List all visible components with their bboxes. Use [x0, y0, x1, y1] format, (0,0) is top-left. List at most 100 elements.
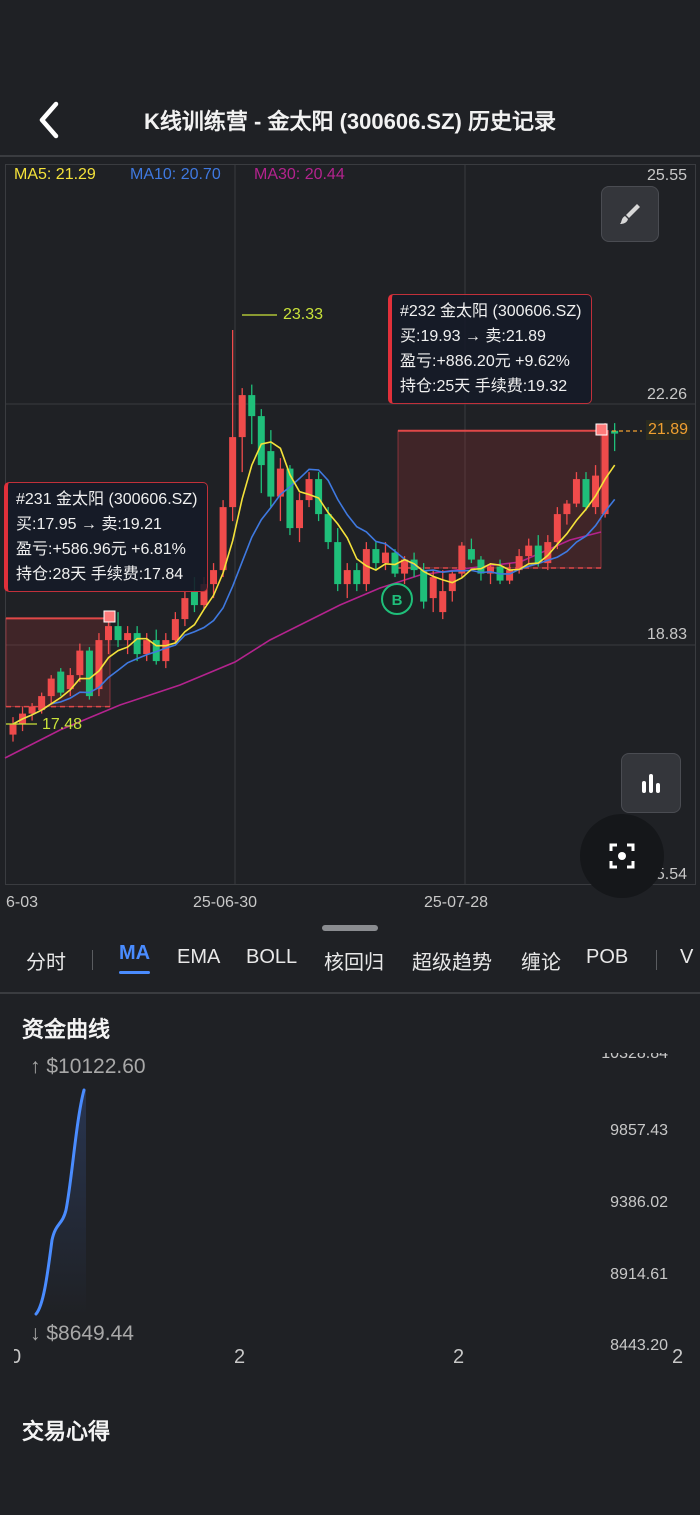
candle-up	[105, 626, 112, 641]
candle-up	[572, 479, 580, 504]
equity-x-tick: 2	[453, 1346, 465, 1368]
candle-down	[267, 451, 275, 497]
equity-y-tick: 8914.61	[610, 1266, 668, 1283]
sheet-drag-handle[interactable]	[322, 925, 378, 931]
trade-tooltip-231: #231 金太阳 (300606.SZ) 买:17.95 → 卖:19.21 盈…	[4, 482, 209, 592]
tab-boll[interactable]: BOLL	[246, 946, 297, 969]
trade-title: #231 金太阳 (300606.SZ)	[16, 491, 198, 508]
ma30-legend: MA30: 20.44	[254, 166, 345, 183]
equity-low-label: ↓ $8649.44	[30, 1322, 134, 1345]
tab-pob[interactable]: POB	[586, 946, 628, 969]
header-divider	[0, 155, 700, 157]
low-price-label: 17.48	[42, 716, 83, 733]
candle-up	[381, 552, 389, 564]
candle-up	[124, 633, 132, 641]
candle-down	[114, 626, 122, 641]
tabs-divider	[0, 992, 700, 994]
candle-up	[563, 503, 571, 515]
tab-divider	[92, 950, 93, 970]
trade-zone	[5, 617, 111, 708]
page-title: K线训练营 - 金太阳 (300606.SZ) 历史记录	[144, 109, 556, 134]
indicator-panel-button[interactable]	[621, 753, 681, 813]
candle-up	[171, 619, 179, 641]
screenshot-button[interactable]	[580, 814, 664, 898]
brush-icon	[620, 204, 640, 224]
trade-title: #232 金太阳 (300606.SZ)	[400, 303, 582, 320]
top-bar: K线训练营 - 金太阳 (300606.SZ) 历史记录	[0, 90, 700, 150]
candle-down	[467, 549, 475, 560]
equity-x-clip: 0	[14, 1346, 26, 1370]
high-price-label: 23.33	[283, 306, 324, 323]
sell-marker-231	[103, 610, 116, 623]
tab-v[interactable]: V	[680, 946, 700, 969]
notes-section-title: 交易心得	[22, 1419, 111, 1444]
candle-down	[334, 542, 342, 585]
equity-y-tick: 10328.84	[601, 1053, 668, 1062]
candle-up	[305, 479, 313, 501]
trade-holding: 持仓:28天 手续费:17.84	[16, 566, 184, 583]
last-price-label: 21.89	[646, 420, 691, 440]
tab-ema[interactable]: EMA	[177, 946, 220, 969]
candle-down	[257, 416, 265, 466]
candle-up	[238, 395, 246, 438]
sell-marker-232	[595, 423, 608, 436]
equity-y-top-clip: 10328.84	[560, 1053, 670, 1069]
equity-section-title: 资金曲线	[22, 1017, 111, 1042]
candle-down	[85, 650, 93, 697]
tab-fenshi[interactable]: 分时	[26, 946, 66, 975]
candle-up	[343, 570, 351, 585]
tab-divider	[656, 950, 657, 970]
candle-down	[248, 395, 256, 417]
date-tick: 6-03	[6, 894, 39, 911]
candle-up	[76, 650, 84, 676]
tab-ma[interactable]: MA	[119, 942, 151, 974]
tab-kernel-regression[interactable]: 核回归	[324, 946, 384, 975]
candle-up	[162, 640, 170, 662]
equity-x-tick: 0	[14, 1346, 22, 1368]
candle-up	[429, 577, 437, 599]
equity-y-tick: 9386.02	[610, 1194, 668, 1211]
equity-high-label: ↑ $10122.60	[30, 1055, 146, 1078]
equity-x-tick: 2	[672, 1346, 684, 1368]
candle-up	[95, 640, 103, 690]
candle-down	[582, 479, 590, 508]
candle-down	[133, 633, 141, 655]
candle-up	[506, 570, 514, 581]
scan-frame-icon	[609, 843, 635, 869]
candle-down	[324, 514, 332, 543]
draw-tool-button[interactable]	[601, 186, 659, 242]
candle-down	[57, 671, 65, 693]
trade-prices: 买:19.93 → 卖:21.89	[400, 328, 546, 345]
candle-up	[296, 500, 303, 529]
equity-x-clip: 2	[672, 1346, 684, 1370]
date-tick: 25-06-30	[193, 894, 258, 911]
price-tick: 25.55	[647, 167, 688, 184]
tab-supertrend[interactable]: 超级趋势	[412, 946, 492, 975]
candle-up	[143, 640, 151, 655]
trade-pnl: 盈亏:+886.20元 +9.62%	[400, 353, 570, 370]
candle-up	[28, 706, 36, 714]
candle-up	[9, 724, 17, 735]
candle-up	[210, 570, 218, 585]
ma10-legend: MA10: 20.70	[130, 166, 221, 183]
candle-up	[601, 430, 609, 515]
trade-tooltip-232: #232 金太阳 (300606.SZ) 买:19.93 → 卖:21.89 盈…	[388, 294, 593, 404]
candle-down	[372, 549, 380, 564]
trade-prices: 买:17.95 → 卖:19.21	[16, 516, 162, 533]
candle-down	[420, 570, 428, 602]
ma5-legend: MA5: 21.29	[14, 166, 96, 183]
candle-up	[181, 598, 189, 620]
equity-y-tick: 8443.20	[610, 1337, 668, 1354]
trade-holding: 持仓:25天 手续费:19.32	[400, 378, 568, 395]
candle-up	[525, 545, 533, 557]
candle-up	[458, 545, 466, 574]
buy-marker-label: B	[392, 592, 403, 609]
equity-y-tick: 9857.43	[610, 1122, 668, 1139]
indicator-tabs: 分时 MA EMA BOLL 核回归 超级趋势 缠论 POB V	[0, 942, 700, 986]
price-tick: 22.26	[647, 386, 688, 403]
trade-pnl: 盈亏:+586.96元 +6.81%	[16, 541, 186, 558]
tab-chanlun[interactable]: 缠论	[521, 946, 561, 975]
equity-curve	[34, 1088, 86, 1316]
bar-chart-icon	[642, 774, 660, 793]
candle-up	[553, 514, 561, 543]
